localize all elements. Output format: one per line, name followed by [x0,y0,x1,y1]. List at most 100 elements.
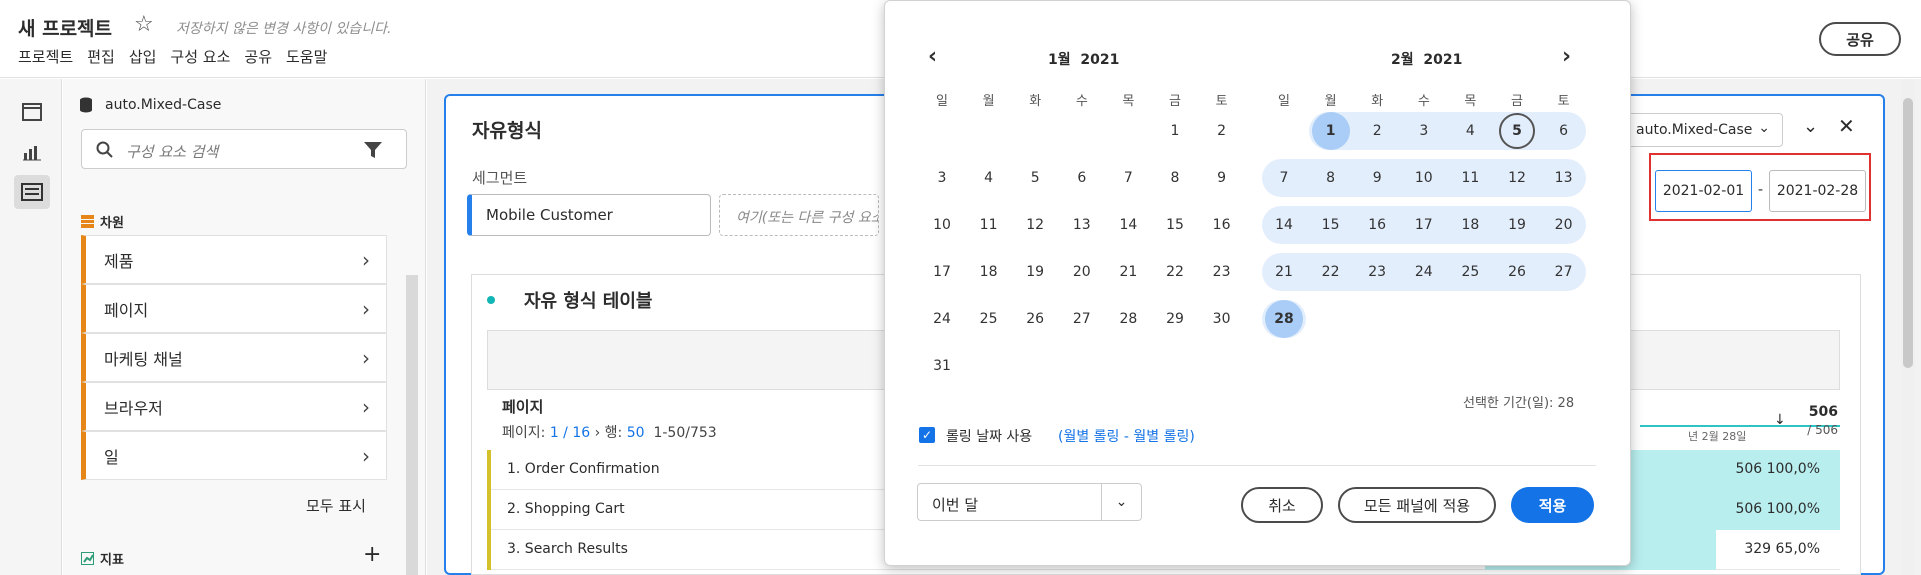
calendar-day[interactable]: 6 [1062,160,1102,196]
apply-button[interactable]: 적용 [1511,487,1594,523]
filter-icon[interactable] [363,141,383,159]
calendar-day[interactable]: 22 [1311,254,1351,290]
pager-rows[interactable]: 50 [627,425,645,441]
calendar-day[interactable]: 22 [1155,254,1195,290]
dimension-item-browser[interactable]: 브라우저 › [81,382,387,431]
apply-all-panels-button[interactable]: 모든 패널에 적용 [1338,487,1496,523]
calendar-day[interactable]: 20 [1544,207,1584,243]
menu-help[interactable]: 도움말 [286,46,327,67]
data-source-name[interactable]: auto.Mixed-Case [105,97,221,113]
rolling-checkbox[interactable]: ✓ [919,427,935,443]
calendar-day[interactable]: 6 [1544,113,1584,149]
calendar-day[interactable]: 18 [969,254,1009,290]
calendar-day[interactable]: 28 [1108,301,1148,337]
calendar-day[interactable]: 19 [1497,207,1537,243]
calendar-day[interactable]: 17 [922,254,962,290]
calendar-day[interactable]: 21 [1108,254,1148,290]
calendar-day[interactable]: 8 [1311,160,1351,196]
components-icon[interactable] [14,175,50,209]
calendar-day[interactable]: 16 [1202,207,1242,243]
cancel-button[interactable]: 취소 [1241,487,1323,523]
calendar-day[interactable]: 3 [1404,113,1444,149]
calendar-day[interactable]: 13 [1062,207,1102,243]
calendar-day[interactable]: 31 [922,348,962,384]
project-title[interactable]: 새 프로젝트 [18,14,112,41]
calendar-day[interactable]: 5 [1499,113,1535,149]
close-icon[interactable]: ✕ [1838,114,1855,138]
calendar-day[interactable]: 19 [1015,254,1055,290]
calendar-day[interactable]: 1 [1155,113,1195,149]
star-icon[interactable]: ☆ [134,12,154,37]
calendar-day[interactable]: 3 [922,160,962,196]
table-dimension-name[interactable]: 페이지 [502,396,543,417]
date-end-field[interactable]: 2021-02-28 [1769,170,1866,212]
date-preset-select[interactable]: 이번 달 ⌄ [917,483,1142,521]
calendar-day[interactable]: 11 [969,207,1009,243]
segment-drop-zone[interactable]: 여기(또는 다른 구성 요소를 드롭) [719,194,879,236]
calendar-day[interactable]: 12 [1497,160,1537,196]
calendar-day[interactable]: 20 [1062,254,1102,290]
calendar-day[interactable]: 26 [1497,254,1537,290]
rolling-detail-link[interactable]: (월별 롤링 - 월별 롤링) [1058,426,1195,446]
menu-share[interactable]: 공유 [244,46,272,67]
component-search-input[interactable]: 구성 요소 검색 [81,129,407,169]
calendar-day[interactable]: 5 [1015,160,1055,196]
calendar-day[interactable]: 27 [1544,254,1584,290]
calendar-day[interactable]: 10 [922,207,962,243]
calendar-day[interactable]: 11 [1450,160,1490,196]
calendar-day[interactable]: 2 [1202,113,1242,149]
calendar-day[interactable]: 17 [1404,207,1444,243]
panel-scrollbar[interactable] [406,275,418,575]
table-title[interactable]: 자유 형식 테이블 [524,287,652,313]
calendar-day[interactable]: 7 [1108,160,1148,196]
share-button[interactable]: 공유 [1819,22,1901,56]
panel-title[interactable]: 자유형식 [472,116,542,143]
menu-insert[interactable]: 삽입 [129,46,157,67]
calendar-day[interactable]: 23 [1357,254,1397,290]
dimension-item-page[interactable]: 페이지 › [81,284,387,333]
calendar-day[interactable]: 24 [922,301,962,337]
calendar-day[interactable]: 14 [1264,207,1304,243]
calendar-day[interactable]: 12 [1015,207,1055,243]
calendar-day[interactable]: 25 [1450,254,1490,290]
calendar-day[interactable]: 4 [1450,113,1490,149]
scrollbar-thumb[interactable] [1903,98,1913,368]
prev-month-icon[interactable]: ‹ [928,44,937,69]
calendar-day[interactable]: 4 [969,160,1009,196]
next-month-icon[interactable]: › [1562,44,1571,69]
calendar-day[interactable]: 2 [1357,113,1397,149]
dimension-item-marketing-channel[interactable]: 마케팅 채널 › [81,333,387,382]
show-all-link[interactable]: 모두 표시 [306,495,366,516]
calendar-day[interactable]: 1 [1311,112,1350,150]
calendar-day[interactable]: 21 [1264,254,1304,290]
calendar-day[interactable]: 26 [1015,301,1055,337]
visualizations-icon[interactable] [14,135,50,169]
calendar-day[interactable]: 9 [1202,160,1242,196]
calendar-day[interactable]: 24 [1404,254,1444,290]
calendar-day[interactable]: 27 [1062,301,1102,337]
calendar-day[interactable]: 13 [1544,160,1584,196]
calendar-day[interactable]: 18 [1450,207,1490,243]
add-metric-icon[interactable]: + [363,542,381,567]
calendar-day[interactable]: 15 [1155,207,1195,243]
calendar-day[interactable]: 28 [1265,300,1303,338]
calendar-day[interactable]: 10 [1404,160,1444,196]
date-start-field[interactable]: 2021-02-01 [1655,170,1752,212]
calendar-day[interactable]: 29 [1155,301,1195,337]
dimension-item-product[interactable]: 제품 › [81,235,387,284]
pager-page[interactable]: 1 / 16 [550,425,590,441]
menu-components[interactable]: 구성 요소 [170,46,230,67]
calendar-day[interactable]: 8 [1155,160,1195,196]
calendar-day[interactable]: 9 [1357,160,1397,196]
panels-icon[interactable] [14,95,50,129]
segment-chip[interactable]: Mobile Customer [467,194,711,236]
dimension-item-day[interactable]: 일 › [81,431,387,480]
calendar-day[interactable]: 23 [1202,254,1242,290]
calendar-day[interactable]: 14 [1108,207,1148,243]
chevron-down-icon[interactable]: ⌄ [1101,484,1141,520]
menu-edit[interactable]: 편집 [87,46,115,67]
menu-project[interactable]: 프로젝트 [18,46,73,67]
calendar-day[interactable]: 30 [1202,301,1242,337]
calendar-day[interactable]: 7 [1264,160,1304,196]
calendar-day[interactable]: 16 [1357,207,1397,243]
